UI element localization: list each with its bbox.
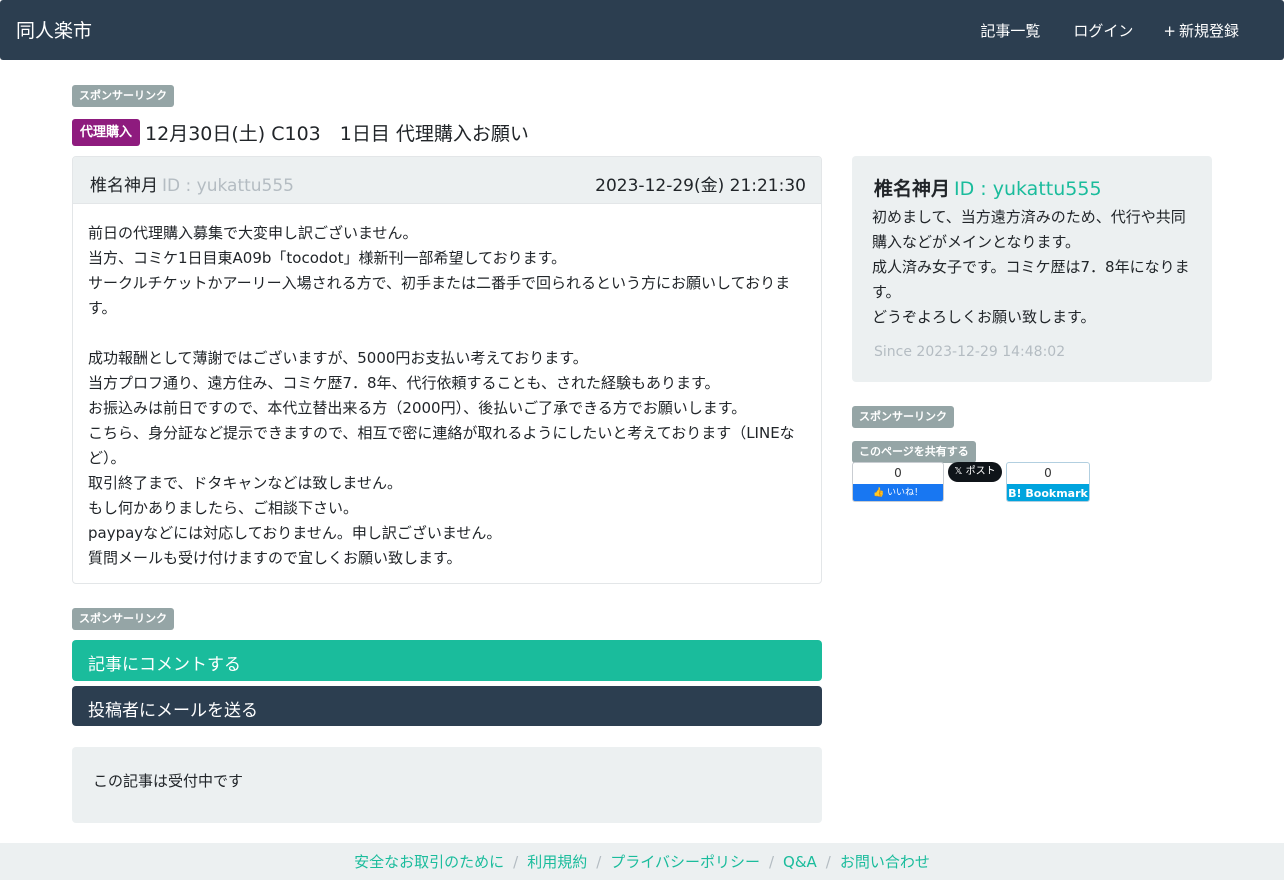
body-line: 成功報酬として薄謝ではございますが、5000円お支払い考えております。	[88, 349, 588, 367]
body-line: paypayなどには対応しておりません。申し訳ございません。	[88, 524, 502, 542]
post-date: 2023-12-29(金) 21:21:30	[593, 171, 806, 196]
nav-article-list[interactable]: 記事一覧	[977, 20, 1040, 41]
footer-separator: /	[825, 852, 831, 871]
x-post-label: ポスト	[965, 466, 996, 477]
x-post-button[interactable]: 𝕏 ポスト	[948, 462, 1002, 482]
facebook-like-button[interactable]: 0 👍 いいね！	[852, 462, 944, 502]
nav-article-list-label: 記事一覧	[980, 22, 1041, 40]
body-line: 前日の代理購入募集で大変申し訳ございません。	[88, 224, 418, 242]
footer-separator: /	[513, 852, 519, 871]
author-id: ID : yukattu555	[162, 176, 294, 196]
nav-login[interactable]: ログイン	[1070, 20, 1133, 41]
facebook-like-label: いいね！	[887, 488, 924, 498]
body-line: 当方プロフ通り、遠方住み、コミケ歴7．8年、代行依頼することも、された経験もあり…	[88, 374, 720, 392]
profile-intro-line: 成人済み女子です。コミケ歴は7．8年になります。	[872, 258, 1190, 301]
share-label: このページを共有する	[852, 441, 976, 463]
post-header: 椎名神月 ID : yukattu555 2023-12-29(金) 21:21:…	[73, 157, 821, 204]
profile-intro-line: どうぞよろしくお願い致します。	[872, 308, 1096, 326]
comment-button[interactable]: 記事にコメントする	[72, 640, 822, 681]
footer-link-terms[interactable]: 利用規約	[527, 851, 587, 872]
footer-link-privacy[interactable]: プライバシーポリシー	[610, 851, 760, 872]
footer-separator: /	[596, 852, 602, 871]
send-mail-button[interactable]: 投稿者にメールを送る	[72, 686, 822, 726]
post-author: 椎名神月 ID : yukattu555	[88, 171, 294, 196]
sponsor-link-label: スポンサーリンク	[852, 406, 954, 428]
nav-register-label: 新規登録	[1178, 22, 1239, 40]
hatena-bookmark-label: B! Bookmark	[1007, 484, 1089, 501]
facebook-like-label-row: 👍 いいね！	[853, 484, 943, 501]
post-date-value: 2023-12-29(金) 21:21:30	[595, 176, 806, 196]
x-logo-icon: 𝕏	[954, 466, 963, 477]
plus-icon: +	[1163, 21, 1176, 40]
footer-link-safety[interactable]: 安全なお取引のために	[354, 851, 504, 872]
profile-id: ID : yukattu555	[954, 178, 1102, 200]
profile-name[interactable]: 椎名神月	[874, 178, 950, 200]
profile-since-value: Since 2023-12-29 14:48:02	[874, 344, 1066, 360]
profile-card: 椎名神月 ID : yukattu555 初めまして、当方遠方済みのため、代行や共…	[852, 156, 1212, 382]
category-badge[interactable]: 代理購入	[72, 119, 141, 146]
navbar: 同人楽市 記事一覧 ログイン + 新規登録	[0, 0, 1284, 60]
footer-link-qa[interactable]: Q&A	[783, 853, 817, 871]
footer-separator: /	[768, 852, 775, 871]
post-card: 椎名神月 ID : yukattu555 2023-12-29(金) 21:21:…	[72, 156, 822, 584]
body-line: もし何かありましたら、ご相談下さい。	[88, 499, 359, 517]
body-line: こちら、身分証など提示できますので、相互で密に連絡が取れるようにしたいと考えてお…	[88, 424, 795, 467]
profile-intro: 初めまして、当方遠方済みのため、代行や共同購入などがメインとなります。 成人済み…	[872, 205, 1192, 330]
post-title-row: 代理購入 12月30日(土) C103 1日目 代理購入お願い	[72, 119, 529, 146]
post-body: 前日の代理購入募集で大変申し訳ございません。 当方、コミケ1日目東A09b「to…	[73, 204, 821, 571]
body-line: お振込みは前日ですので、本代立替出来る方（2000円）、後払いご了承できる方でお…	[88, 399, 747, 417]
nav-login-label: ログイン	[1073, 22, 1134, 40]
post-title: 12月30日(土) C103 1日目 代理購入お願い	[145, 123, 529, 145]
post-status-text: この記事は受付中です	[93, 772, 244, 790]
body-line: 質問メールも受け付けますので宜しくお願い致します。	[88, 549, 462, 567]
body-line	[88, 321, 806, 346]
author-name[interactable]: 椎名神月	[90, 176, 158, 196]
nav-links: 記事一覧 ログイン + 新規登録	[977, 20, 1239, 41]
site-brand[interactable]: 同人楽市	[16, 16, 92, 43]
body-line: 取引終了まで、ドタキャンなどは致しません。	[88, 474, 402, 492]
footer-link-contact[interactable]: お問い合わせ	[840, 851, 930, 872]
facebook-like-count: 0	[894, 466, 902, 480]
nav-register[interactable]: + 新規登録	[1163, 20, 1239, 41]
profile-since: Since 2023-12-29 14:48:02	[872, 344, 1192, 360]
profile-name-row: 椎名神月 ID : yukattu555	[872, 174, 1192, 201]
body-line: サークルチケットかアーリー入場される方で、初手または二番手で回られるという方にお…	[88, 274, 791, 317]
footer: 安全なお取引のために / 利用規約 / プライバシーポリシー / Q&A / お…	[0, 843, 1284, 880]
hatena-bookmark-count: 0	[1044, 466, 1052, 480]
sponsor-link-label: スポンサーリンク	[72, 85, 174, 107]
post-status-box: この記事は受付中です	[72, 747, 822, 823]
sponsor-link-label: スポンサーリンク	[72, 608, 174, 630]
thumbs-up-icon: 👍	[872, 488, 885, 498]
profile-intro-line: 初めまして、当方遠方済みのため、代行や共同購入などがメインとなります。	[872, 208, 1186, 251]
hatena-bookmark-button[interactable]: 0 B! Bookmark	[1006, 462, 1090, 502]
body-line: 当方、コミケ1日目東A09b「tocodot」様新刊一部希望しております。	[88, 249, 567, 267]
